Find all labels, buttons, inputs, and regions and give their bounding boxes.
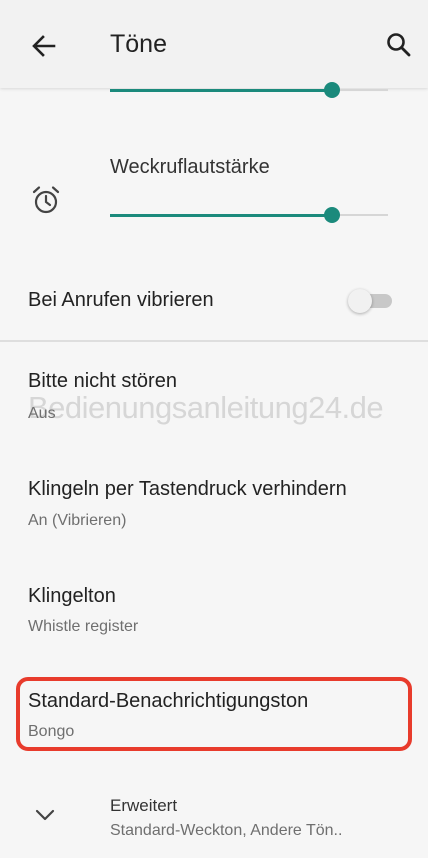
alarm-volume-label: Weckruflautstärke xyxy=(110,156,270,178)
do-not-disturb-subtitle: Aus xyxy=(28,405,56,422)
arrow-back-icon xyxy=(32,35,56,57)
vibrate-on-call-toggle[interactable] xyxy=(348,289,396,313)
search-button[interactable] xyxy=(384,30,414,60)
previous-volume-slider[interactable] xyxy=(110,80,388,100)
default-notification-sound-title[interactable]: Standard-Benachrichtigungston xyxy=(28,690,308,713)
highlight-box xyxy=(16,677,412,751)
ringtone-title[interactable]: Klingelton xyxy=(28,585,116,608)
default-notification-sound-subtitle: Bongo xyxy=(28,723,75,740)
vibrate-on-call-label: Bei Anrufen vibrieren xyxy=(28,289,214,311)
advanced-subtitle: Standard-Weckton, Andere Tön.. xyxy=(110,822,343,839)
ringtone-subtitle: Whistle register xyxy=(28,618,139,635)
advanced-title[interactable]: Erweitert xyxy=(110,796,177,816)
slider-fill xyxy=(110,89,333,92)
app-bar: Töne xyxy=(0,0,428,88)
alarm-volume-slider[interactable] xyxy=(110,205,388,225)
slider-fill xyxy=(110,214,333,217)
prevent-ringing-title[interactable]: Klingeln per Tastendruck verhindern xyxy=(28,478,347,501)
slider-thumb[interactable] xyxy=(324,82,341,98)
toggle-thumb xyxy=(348,289,372,313)
search-icon xyxy=(387,33,411,57)
prevent-ringing-subtitle: An (Vibrieren) xyxy=(28,512,127,529)
back-button[interactable] xyxy=(28,30,60,62)
alarm-clock-icon xyxy=(30,184,62,216)
page-title: Töne xyxy=(110,30,167,58)
section-divider xyxy=(0,340,428,342)
watermark: Bedienungsanleitung24.de xyxy=(28,390,384,425)
chevron-down-icon[interactable] xyxy=(34,808,56,822)
slider-thumb[interactable] xyxy=(324,207,341,223)
do-not-disturb-title[interactable]: Bitte nicht stören xyxy=(28,370,177,393)
